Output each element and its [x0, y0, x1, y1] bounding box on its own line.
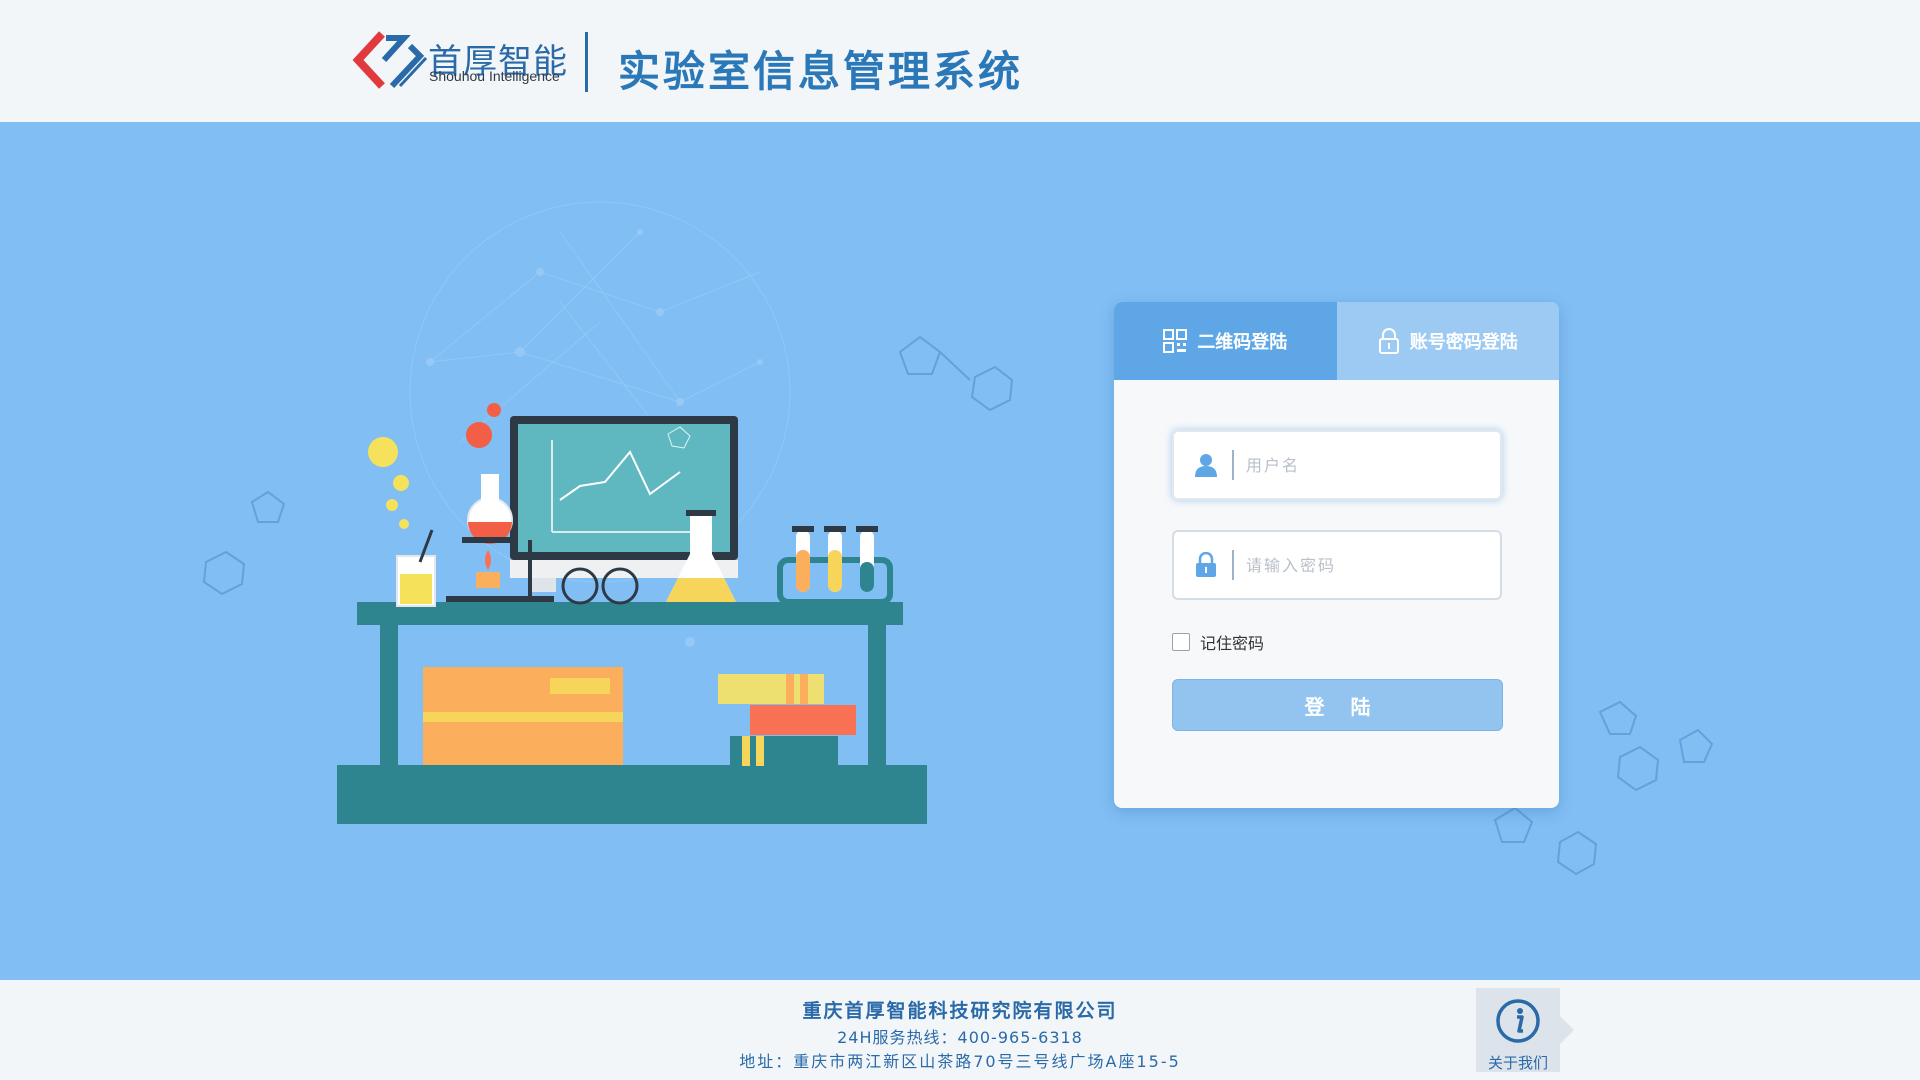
padlock-icon — [1180, 552, 1232, 578]
remember-password[interactable]: 记住密码 — [1172, 630, 1264, 654]
footer-company: 重庆首厚智能科技研究院有限公司 — [802, 1000, 1118, 1022]
login-button[interactable]: 登陆 — [1172, 679, 1503, 731]
about-us-button[interactable]: 关于我们 — [1476, 988, 1574, 1072]
password-input[interactable] — [1246, 555, 1486, 575]
field-separator — [1232, 550, 1234, 580]
background-network-decoration — [202, 201, 1714, 876]
main-banner — [0, 122, 1920, 980]
tab-qr-login-label: 二维码登陆 — [1197, 332, 1288, 353]
footer: 重庆首厚智能科技研究院有限公司 24H服务热线：400-965-6318 地址：… — [0, 980, 1920, 1080]
login-card: 二维码登陆 账号密码登陆 用户名 记住密码 登陆 — [1114, 302, 1559, 808]
remember-password-checkbox[interactable] — [1172, 633, 1190, 651]
qr-code-icon — [1163, 329, 1188, 353]
user-icon — [1180, 453, 1232, 477]
tab-qr-login[interactable]: 二维码登陆 — [1114, 302, 1337, 380]
login-tabs: 二维码登陆 账号密码登陆 — [1114, 302, 1559, 380]
password-field[interactable] — [1172, 530, 1502, 600]
system-title: 实验室信息管理系统 — [618, 47, 1024, 96]
shouhou-logo-icon — [352, 31, 428, 89]
footer-hotline: 24H服务热线：400-965-6318 — [837, 1028, 1083, 1047]
footer-address: 地址：重庆市两江新区山茶路70号三号线广场A座15-5 — [739, 1052, 1181, 1071]
username-field[interactable] — [1172, 430, 1502, 500]
lock-icon — [1378, 327, 1400, 355]
remember-password-label: 记住密码 — [1200, 634, 1265, 653]
field-separator — [1232, 450, 1234, 480]
header-divider — [585, 32, 588, 92]
tab-password-login-label: 账号密码登陆 — [1409, 332, 1518, 353]
tab-password-login[interactable]: 账号密码登陆 — [1336, 302, 1559, 380]
info-icon — [1495, 998, 1541, 1048]
about-us-label: 关于我们 — [1487, 1054, 1548, 1072]
username-input[interactable] — [1246, 455, 1486, 475]
brand-name-en: Shouhou Intelligence — [429, 68, 560, 84]
header: 首厚智能 Shouhou Intelligence 实验室信息管理系统 — [0, 0, 1920, 122]
